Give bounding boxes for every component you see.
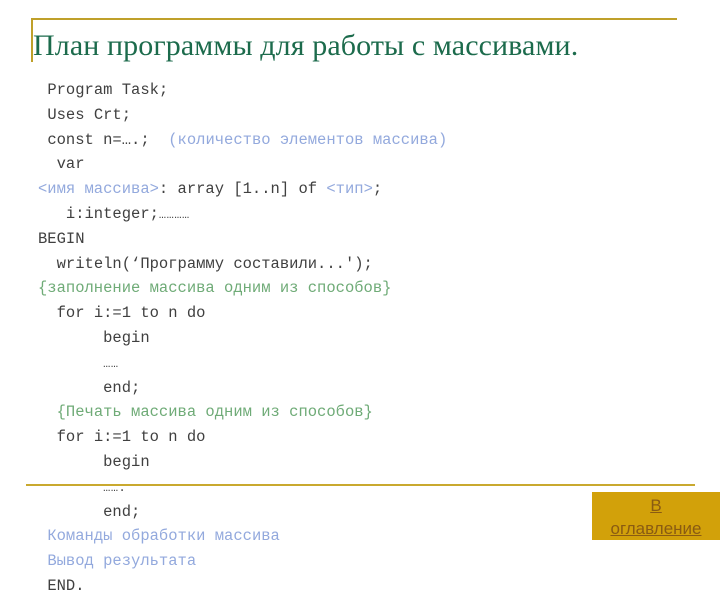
code-line: i:integer;…………: [38, 202, 698, 227]
back-to-contents-label-line1: В: [650, 496, 662, 515]
code-token-blue: Команды обработки массива: [47, 527, 280, 546]
code-token-dots: …………: [158, 207, 190, 222]
code-token-blue: <имя массива>: [38, 180, 159, 199]
code-token-code: end;: [103, 502, 141, 521]
back-to-contents-label-line2: оглавление: [610, 519, 702, 538]
code-token-code: for i:=1 to n do: [56, 304, 206, 323]
code-line: const n=….; (количество элементов массив…: [38, 128, 698, 153]
code-token-code: begin: [103, 452, 150, 471]
code-token-code: Program Task;: [47, 81, 169, 99]
code-token-blue: (количество элементов массива): [168, 130, 448, 149]
code-line: var: [38, 152, 698, 177]
code-token-dots: ……: [103, 356, 119, 371]
code-line: for i:=1 to n do: [38, 425, 698, 450]
page-title: План программы для работы с массивами.: [33, 29, 579, 62]
code-token-code: Uses Crt;: [47, 105, 132, 124]
code-token-code: const n=….;: [47, 130, 169, 149]
code-token-code: END.: [47, 576, 85, 595]
back-to-contents-button[interactable]: В оглавление: [592, 492, 720, 540]
bottom-rule: [26, 484, 695, 486]
code-token-code: writeln(‘Программу составили...');: [56, 254, 373, 273]
code-line: end;: [38, 376, 698, 401]
code-line: END.: [38, 574, 698, 599]
code-line: Вывод результата: [38, 549, 698, 574]
code-token-code: var: [56, 155, 85, 174]
code-token-green: {заполнение массива одним из способов}: [38, 279, 392, 298]
code-token-code: BEGIN: [38, 229, 85, 248]
slide: План программы для работы с массивами. P…: [0, 0, 720, 595]
code-line: writeln(‘Программу составили...');: [38, 252, 698, 277]
code-token-green: {Печать массива одним из способов}: [56, 403, 373, 422]
code-token-code: begin: [103, 328, 150, 347]
code-line: Program Task;: [38, 78, 698, 103]
code-token-code: end;: [103, 378, 141, 397]
code-line: Uses Crt;: [38, 103, 698, 128]
code-line: begin: [38, 450, 698, 475]
code-line: begin: [38, 326, 698, 351]
code-line: ……: [38, 351, 698, 376]
code-token-code: : array [1..n] of: [158, 180, 327, 199]
code-token-dots: …….: [103, 480, 127, 495]
code-line: <имя массива>: array [1..n] of <тип>;: [38, 177, 698, 202]
code-line: for i:=1 to n do: [38, 301, 698, 326]
code-token-blue: <тип>: [326, 180, 373, 199]
code-line: {Печать массива одним из способов}: [38, 400, 698, 425]
code-line: {заполнение массива одним из способов}: [38, 276, 698, 301]
code-line: BEGIN: [38, 227, 698, 252]
title-rule-horizontal: [31, 18, 677, 20]
code-token-code: i:integer;: [65, 204, 159, 223]
code-token-code: for i:=1 to n do: [56, 428, 206, 447]
code-token-code: ;: [372, 180, 383, 199]
code-token-blue: Вывод результата: [47, 552, 197, 571]
